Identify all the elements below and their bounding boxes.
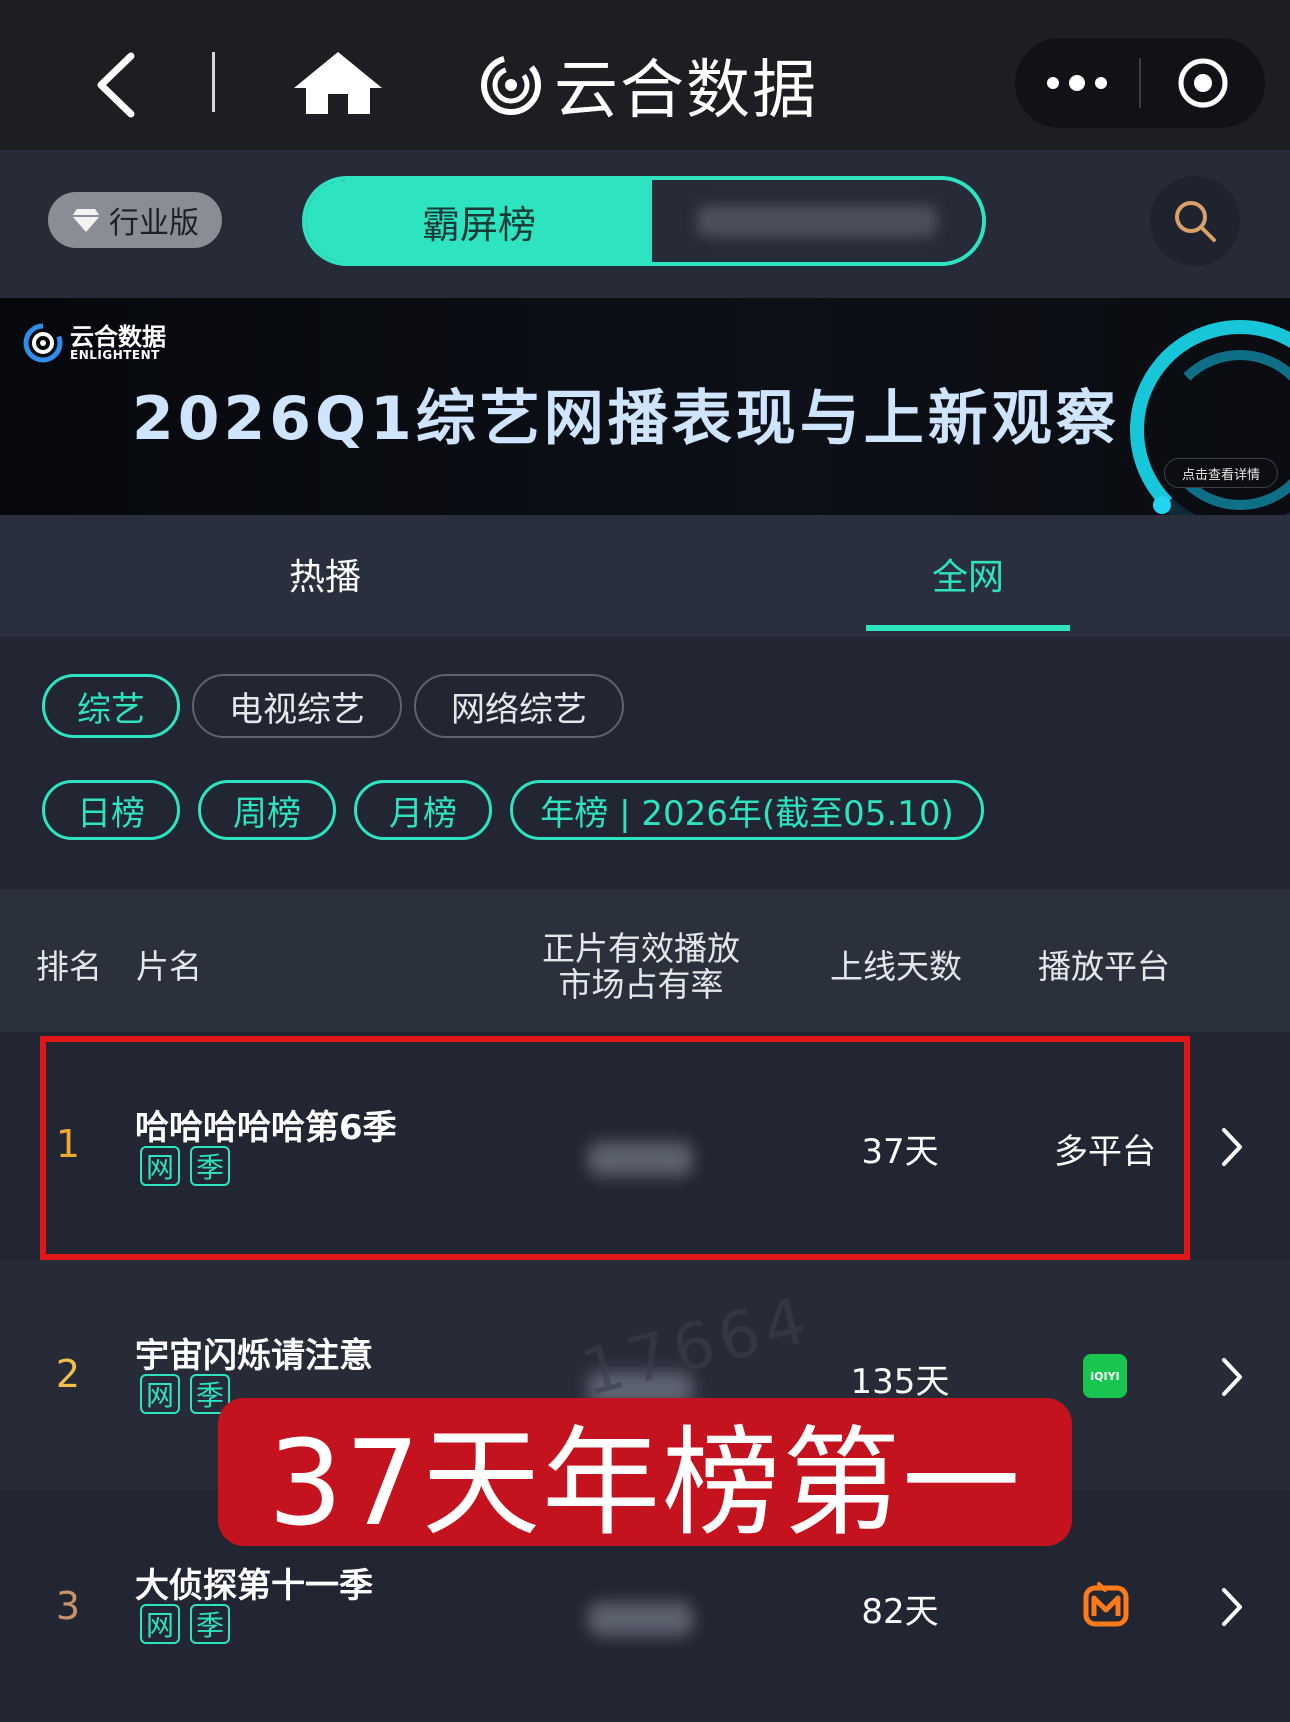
chevron-left-icon [97, 52, 135, 118]
rank-number: 2 [55, 1352, 81, 1396]
header-days: 上线天数 [830, 947, 962, 986]
home-button[interactable] [290, 50, 386, 116]
banner-logo: 云合数据 ENLIGHTENT [22, 322, 166, 364]
banner-detail-button[interactable]: 点击查看详情 [1164, 458, 1278, 488]
nav-divider [212, 52, 215, 112]
show-title: 大侦探第十一季 [135, 1566, 373, 1606]
active-tab-indicator [866, 625, 1070, 631]
iqiyi-icon: iQIYI [1083, 1354, 1127, 1398]
filter-panel [0, 637, 1290, 889]
filter-weekly[interactable]: 周榜 [198, 780, 336, 840]
diamond-icon [72, 209, 100, 232]
chevron-right-icon [1222, 1128, 1242, 1166]
filter-monthly[interactable]: 月榜 [354, 780, 492, 840]
banner-logo-cn: 云合数据 [70, 323, 166, 351]
mango-tv-icon [1083, 1582, 1129, 1628]
tag-season: 季 [190, 1604, 230, 1644]
header-rank: 排名 [36, 947, 102, 986]
back-button[interactable] [80, 45, 150, 125]
chevron-right-icon [1222, 1588, 1242, 1626]
banner-decor-dot [1153, 496, 1171, 514]
segment-blurred[interactable] [652, 180, 982, 262]
header-share-line2: 市场占有率 [558, 965, 724, 1004]
close-mini-program-button[interactable] [1141, 38, 1265, 128]
filter-tv-variety[interactable]: 电视综艺 [192, 674, 402, 738]
chevron-right-icon [1222, 1358, 1242, 1396]
highlight-annotation-box [40, 1036, 1190, 1260]
yunhe-logo-icon [23, 323, 63, 363]
filter-variety[interactable]: 综艺 [42, 674, 180, 738]
filter-daily[interactable]: 日榜 [42, 780, 180, 840]
search-button[interactable] [1150, 176, 1240, 266]
industry-edition-badge[interactable]: 行业版 [48, 192, 222, 248]
more-dots-icon [1047, 77, 1059, 89]
market-share-blurred [588, 1602, 693, 1636]
more-dots-icon [1095, 77, 1107, 89]
banner-headline: 2026Q1综艺网播表现与上新观察 [132, 384, 1120, 454]
ranking-segmented-control: 霸屏榜 [302, 176, 986, 266]
header-platform: 播放平台 [1038, 947, 1170, 986]
header-name: 片名 [136, 947, 202, 986]
more-dots-icon [1069, 75, 1085, 91]
tag-web: 网 [140, 1374, 180, 1414]
search-icon [1175, 201, 1216, 242]
show-title: 宇宙闪烁请注意 [135, 1336, 373, 1376]
mini-program-capsule [1015, 38, 1265, 128]
overlay-caption-text: 37天年榜第一 [267, 1413, 1023, 1552]
app-title: 云合数据 [554, 54, 818, 128]
overlay-caption: 37天年榜第一 [218, 1398, 1072, 1552]
banner-logo-en: ENLIGHTENT [70, 348, 160, 362]
online-days: 82天 [861, 1592, 939, 1632]
tab-hot[interactable]: 热播 [175, 548, 475, 604]
rank-number: 3 [55, 1584, 81, 1628]
mango-tv-icon [1083, 1582, 1129, 1627]
tab-all-network[interactable]: 全网 [866, 548, 1070, 604]
app-brand: 云合数据 [480, 45, 818, 128]
blurred-label [697, 205, 937, 237]
more-button[interactable] [1015, 38, 1139, 128]
target-circle-icon [1178, 58, 1228, 108]
filter-web-variety[interactable]: 网络综艺 [414, 674, 624, 738]
segment-dominance-ranking[interactable]: 霸屏榜 [306, 180, 652, 262]
filter-yearly[interactable]: 年榜 | 2026年(截至05.10) [510, 780, 984, 840]
tag-web: 网 [140, 1604, 180, 1644]
yunhe-logo-icon [481, 55, 541, 115]
industry-edition-label: 行业版 [109, 206, 199, 241]
home-icon [294, 52, 382, 114]
